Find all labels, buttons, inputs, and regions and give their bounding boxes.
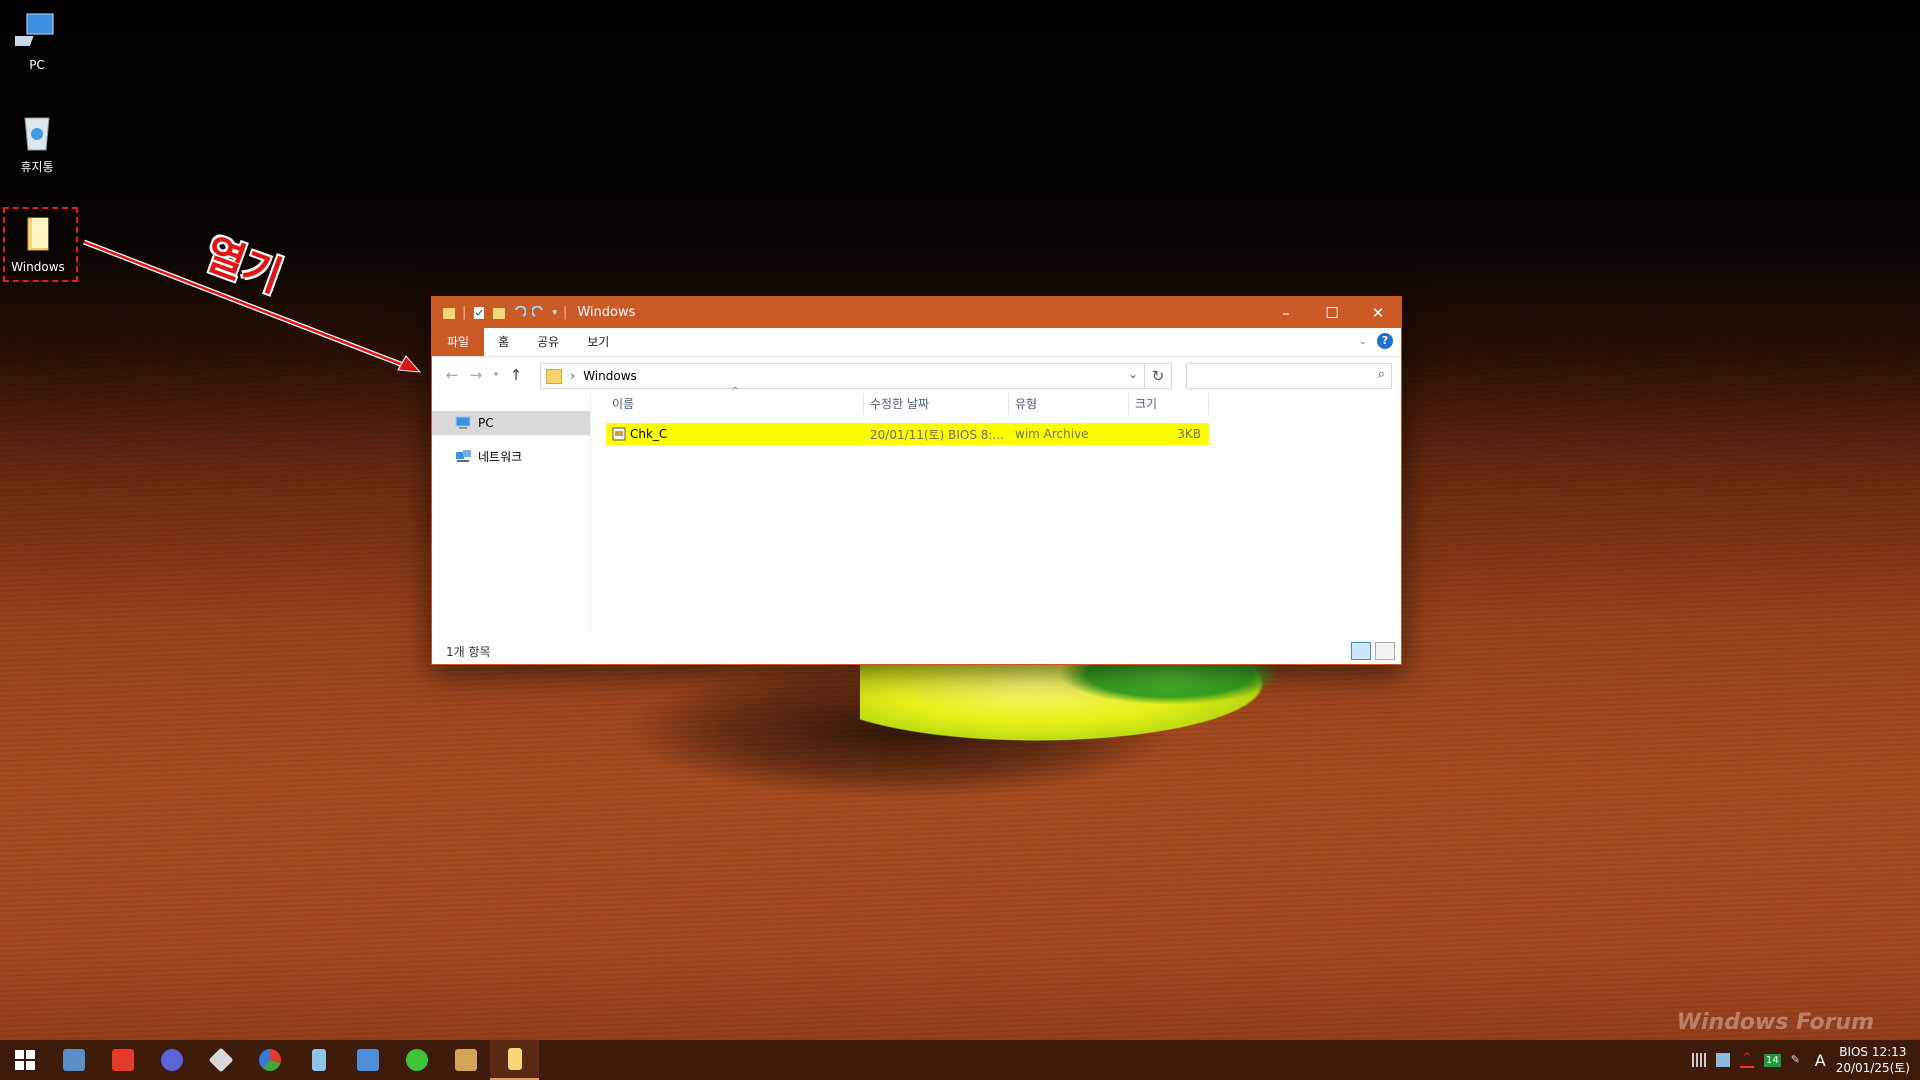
folder-icon	[507, 1048, 522, 1070]
desktop-icon-windows-folder[interactable]: Windows	[3, 212, 73, 274]
up-arrow-icon[interactable]: ↑	[504, 366, 528, 384]
document-icon	[311, 1049, 326, 1071]
undo-icon[interactable]	[512, 305, 527, 320]
disk-icon	[208, 1047, 233, 1073]
file-type: wim Archive	[1015, 427, 1089, 441]
taskbar-app-disk[interactable]	[196, 1040, 245, 1080]
taskbar-app-monitor[interactable]	[49, 1040, 98, 1080]
back-arrow-icon[interactable]: ←	[440, 366, 464, 384]
window-title: Windows	[577, 305, 636, 320]
address-bar[interactable]: › Windows ⌄	[540, 363, 1145, 389]
taskbar-app-red[interactable]	[98, 1040, 147, 1080]
taskbar: ^ 14 ✎ A BIOS 12:13 20/01/25(토)	[0, 1040, 1920, 1080]
file-modified: 20/01/11(토) BIOS 8:...	[870, 427, 1004, 442]
desktop-icon-label: PC	[29, 58, 45, 72]
large-icons-view-button[interactable]	[1375, 642, 1395, 660]
archive-icon	[454, 1049, 477, 1071]
sort-ascending-icon: ^	[731, 386, 740, 397]
taskbar-app-network[interactable]	[343, 1040, 392, 1080]
tab-home[interactable]: 홈	[484, 328, 523, 356]
explorer-window: | ▾ | Windows – ☐ ✕ 파일 홈 공유 보기 ⌄ ? ← → ▾…	[431, 296, 1402, 665]
clock-time: BIOS 12:13	[1839, 1045, 1907, 1059]
browser-icon	[160, 1049, 183, 1071]
taskbar-app-browser[interactable]	[147, 1040, 196, 1080]
column-header-modified[interactable]: 수정한 날짜	[864, 393, 1009, 415]
windows-start-icon	[14, 1050, 35, 1070]
ime-indicator[interactable]: A	[1815, 1051, 1826, 1070]
tab-view[interactable]: 보기	[573, 328, 623, 356]
chevron-right-icon[interactable]: ›	[570, 369, 575, 384]
tab-file[interactable]: 파일	[432, 328, 485, 356]
clock-date: 20/01/25(토)	[1835, 1061, 1910, 1075]
navigation-bar: ← → ▾ ↑ › Windows ⌄ ↻ ⌕	[432, 357, 1401, 393]
taskbar-app-sync[interactable]	[392, 1040, 441, 1080]
file-list: ^ 이름 수정한 날짜 유형 크기 Chk_C 20/01/11(토) BIOS…	[606, 386, 1401, 633]
taskbar-app-files[interactable]	[294, 1040, 343, 1080]
desktop-icon-pc[interactable]: PC	[2, 10, 72, 72]
help-icon[interactable]: ?	[1377, 333, 1393, 349]
folder-icon	[546, 368, 562, 384]
network-icon	[456, 450, 471, 462]
watermark: Windows Forum	[1676, 1010, 1874, 1035]
nav-item-label: PC	[478, 416, 494, 430]
title-bar[interactable]: | ▾ | Windows – ☐ ✕	[432, 297, 1401, 328]
network-status-icon[interactable]	[1716, 1053, 1730, 1067]
maximize-button[interactable]: ☐	[1309, 297, 1355, 328]
desktop-icon-recycle-bin[interactable]: 휴지통	[2, 110, 72, 175]
pc-icon	[7, 10, 59, 54]
forward-arrow-icon[interactable]: →	[464, 366, 488, 384]
wim-file-icon	[612, 427, 626, 441]
tab-share[interactable]: 공유	[523, 328, 573, 356]
system-tray: ^ 14 ✎ A BIOS 12:13 20/01/25(토)	[1692, 1040, 1910, 1080]
close-button[interactable]: ✕	[1355, 297, 1401, 328]
start-button[interactable]	[0, 1040, 49, 1080]
column-header-type[interactable]: 유형	[1009, 393, 1129, 415]
nav-item-network[interactable]: 네트워크	[432, 444, 590, 468]
details-view-button[interactable]	[1351, 642, 1371, 660]
new-folder-icon[interactable]	[492, 306, 506, 320]
clock[interactable]: BIOS 12:13 20/01/25(토)	[1836, 1044, 1910, 1076]
desktop-icon-label: Windows	[11, 260, 65, 274]
taskbar-app-archive[interactable]	[441, 1040, 490, 1080]
status-bar: 1개 항목	[432, 638, 1401, 664]
network-icon	[356, 1049, 379, 1071]
refresh-button[interactable]: ↻	[1144, 363, 1172, 389]
column-headers: ^ 이름 수정한 날짜 유형 크기	[606, 386, 1401, 415]
partition-icon	[258, 1049, 281, 1071]
taskbar-app-explorer[interactable]	[490, 1040, 539, 1080]
navigation-pane: PC 네트워크	[432, 393, 591, 633]
nav-item-label: 네트워크	[478, 449, 523, 464]
folder-icon	[443, 307, 455, 319]
warning-icon[interactable]: ^	[1740, 1052, 1754, 1068]
address-path[interactable]: Windows	[583, 369, 637, 383]
folder-icon	[16, 212, 60, 256]
file-name: Chk_C	[630, 427, 668, 441]
taskbar-app-partition[interactable]	[245, 1040, 294, 1080]
chevron-down-icon[interactable]: ▾	[552, 308, 557, 318]
app-red-icon	[111, 1049, 134, 1071]
properties-icon[interactable]	[472, 306, 486, 320]
recycle-bin-icon	[15, 110, 59, 154]
search-icon[interactable]: ⌕	[1378, 367, 1385, 382]
column-header-size[interactable]: 크기	[1129, 393, 1209, 415]
pen-icon[interactable]: ✎	[1791, 1053, 1805, 1067]
recent-locations-icon[interactable]: ▾	[488, 370, 504, 380]
ribbon: 파일 홈 공유 보기 ⌄ ?	[432, 328, 1401, 357]
redo-icon[interactable]	[532, 305, 546, 320]
sync-icon	[405, 1049, 428, 1071]
monitor-icon	[62, 1049, 85, 1071]
chevron-down-icon[interactable]: ⌄	[1128, 367, 1138, 381]
file-size: 3KB	[1177, 427, 1201, 441]
calendar-badge[interactable]: 14	[1764, 1053, 1781, 1067]
pc-icon	[455, 416, 471, 429]
nav-item-pc[interactable]: PC	[432, 411, 590, 435]
file-row[interactable]: Chk_C 20/01/11(토) BIOS 8:... wim Archive…	[606, 423, 1209, 445]
desktop-icon-label: 휴지통	[20, 160, 54, 174]
minimize-button[interactable]: –	[1263, 297, 1309, 328]
expand-ribbon-icon[interactable]: ⌄	[1359, 336, 1367, 347]
keyboard-icon[interactable]	[1692, 1053, 1706, 1067]
item-count: 1개 항목	[446, 644, 491, 659]
search-input[interactable]: ⌕	[1186, 363, 1392, 389]
